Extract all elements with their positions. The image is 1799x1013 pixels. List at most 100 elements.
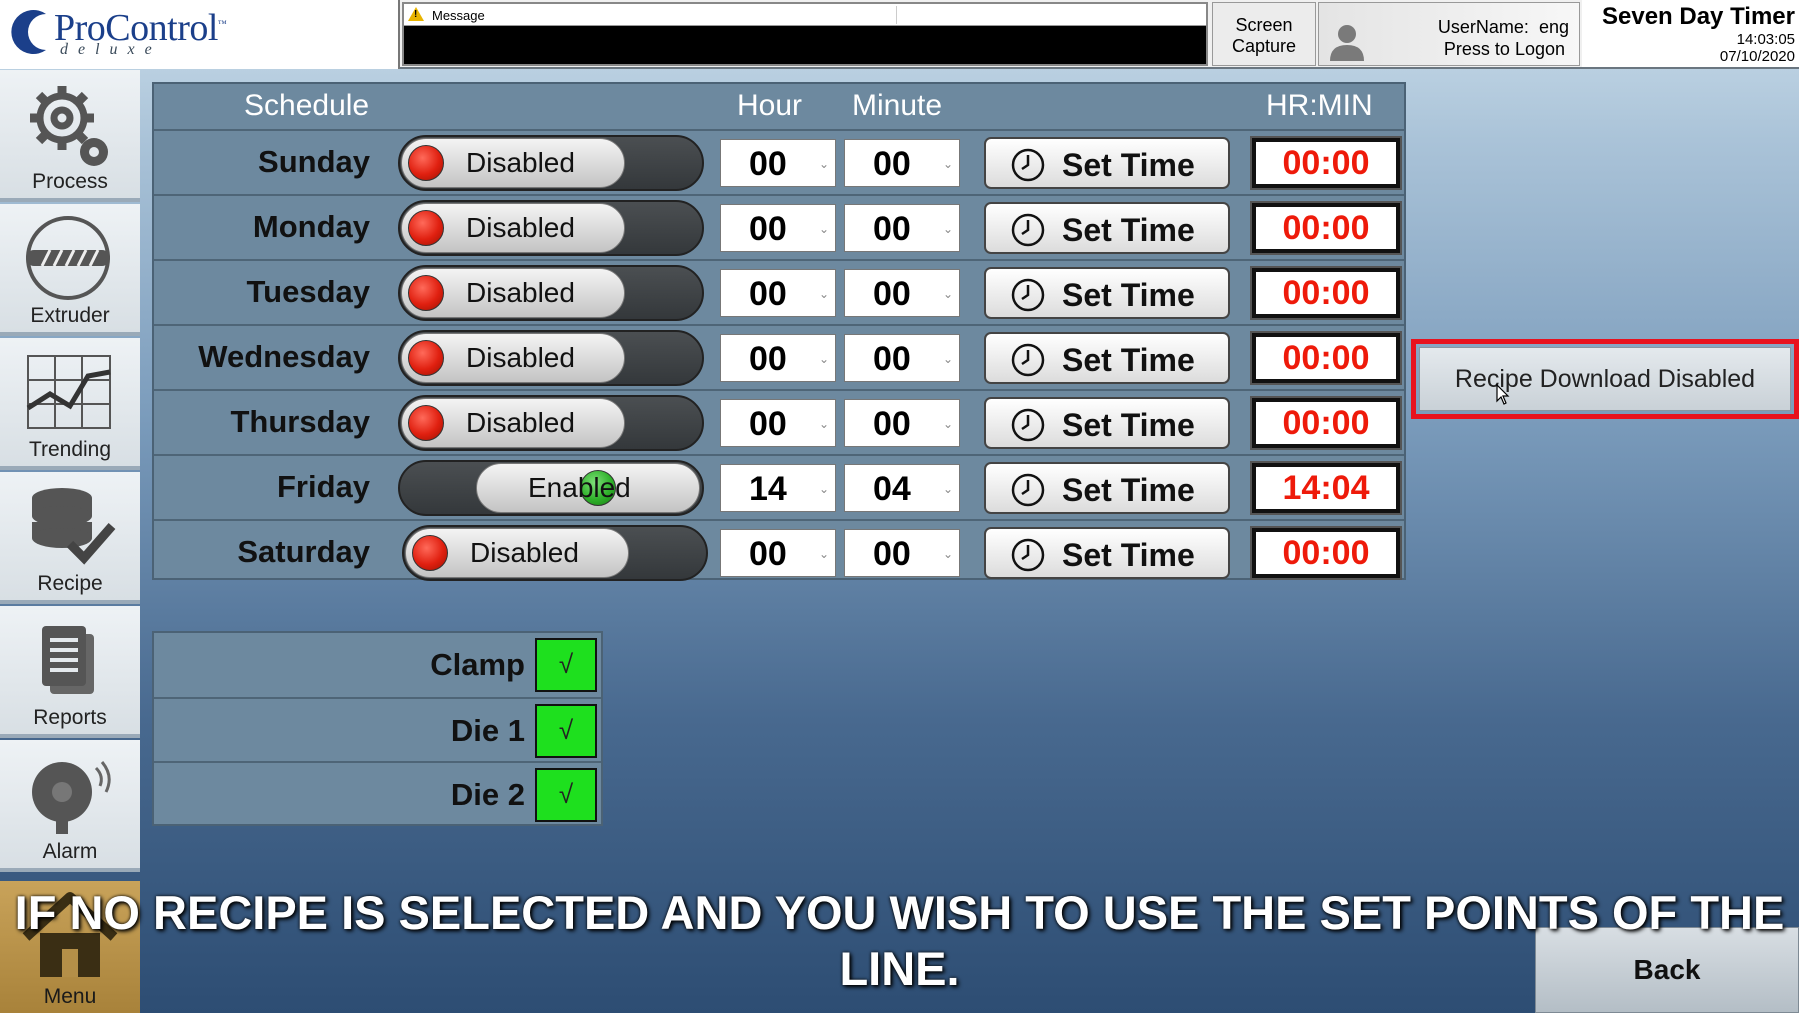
clock-icon (1011, 408, 1045, 442)
thursday-minute-select[interactable]: 00 ⌄ (844, 399, 960, 447)
saturday-enable-toggle[interactable]: Disabled (402, 525, 708, 581)
wednesday-enable-toggle[interactable]: Disabled (398, 330, 704, 386)
thursday-set-time-button[interactable]: Set Time (984, 397, 1230, 449)
wednesday-hour-select[interactable]: 00 ⌄ (720, 334, 836, 382)
day-label: Friday (276, 469, 370, 504)
nav-item-alarm[interactable]: Alarm (0, 740, 140, 872)
tuesday-hour-select[interactable]: 00 ⌄ (720, 269, 836, 317)
interlock-row-die-1: Die 1 √ (154, 697, 601, 761)
clock-icon (1011, 343, 1045, 377)
procontrol-logo: ProControl™ deluxe (0, 0, 400, 69)
saturday-set-time-button[interactable]: Set Time (984, 527, 1230, 579)
wednesday-minute-select[interactable]: 00 ⌄ (844, 334, 960, 382)
interlock-row-clamp: Clamp √ (154, 633, 601, 697)
friday-hour-select[interactable]: 14 ⌄ (720, 464, 836, 512)
toggle-status: Disabled (466, 277, 575, 308)
toggle-status: Disabled (466, 147, 575, 178)
nav-label-trending: Trending (28, 438, 112, 461)
trend-chart-icon (26, 355, 111, 429)
nav-item-extruder[interactable]: Extruder (0, 204, 140, 336)
toggle-status: Enabled (528, 472, 631, 503)
nav-item-process[interactable]: Process (0, 70, 140, 202)
status-led-icon (408, 340, 444, 376)
status-led-icon (408, 275, 444, 311)
tuesday-enable-toggle[interactable]: Disabled (398, 265, 704, 321)
press-to-logon-label: Press to Logon (1443, 39, 1565, 59)
schedule-row-friday: Friday Enabled 14 ⌄ 04 ⌄ Set Time 14:04 (154, 454, 1404, 519)
saturday-time-display: 00:00 (1250, 526, 1402, 580)
saturday-minute-select[interactable]: 00 ⌄ (844, 529, 960, 577)
message-box[interactable]: Message (402, 2, 1208, 66)
nav-label-recipe: Recipe (37, 572, 103, 595)
schedule-header: Schedule Hour Minute HR:MIN (154, 84, 1404, 129)
screen-capture-label-1: Screen (1235, 15, 1293, 35)
alarm-bell-icon (32, 761, 111, 834)
sunday-set-time-button[interactable]: Set Time (984, 137, 1230, 189)
schedule-panel: Schedule Hour Minute HR:MIN Sunday Disab… (152, 82, 1406, 581)
die-2-status-indicator: √ (535, 768, 597, 822)
chevron-down-icon: ⌄ (942, 482, 953, 496)
caption-line-2: LINE. (839, 942, 960, 995)
chevron-down-icon: ⌄ (818, 287, 829, 301)
monday-time-display: 00:00 (1250, 201, 1402, 255)
friday-enable-toggle[interactable]: Enabled (398, 460, 704, 516)
day-label: Tuesday (246, 274, 370, 309)
extruder-screw-icon (26, 216, 110, 300)
friday-minute-select[interactable]: 04 ⌄ (844, 464, 960, 512)
nav-item-reports[interactable]: Reports (0, 606, 140, 738)
nav-label-process: Process (32, 170, 108, 193)
page-title: Seven Day Timer (1602, 3, 1795, 30)
status-led-icon (408, 145, 444, 181)
nav-item-trending[interactable]: Trending (0, 338, 140, 470)
nav-item-recipe[interactable]: Recipe (0, 472, 140, 604)
monday-minute-select[interactable]: 00 ⌄ (844, 204, 960, 252)
schedule-row-thursday: Thursday Disabled 00 ⌄ 00 ⌄ Set Time 00:00 (154, 389, 1404, 454)
screen-capture-button[interactable]: Screen Capture (1212, 2, 1316, 66)
monday-set-time-button[interactable]: Set Time (984, 202, 1230, 254)
toggle-status: Disabled (466, 407, 575, 438)
screen-capture-label-2: Capture (1231, 36, 1297, 56)
status-led-icon (408, 210, 444, 246)
header-minute: Minute (852, 89, 943, 122)
tuesday-minute-select[interactable]: 00 ⌄ (844, 269, 960, 317)
schedule-row-sunday: Sunday Disabled 00 ⌄ 00 ⌄ Set Time 00:00 (154, 129, 1404, 194)
schedule-row-saturday: Saturday Disabled 00 ⌄ 00 ⌄ Set Time 00:00 (154, 519, 1404, 584)
schedule-row-monday: Monday Disabled 00 ⌄ 00 ⌄ Set Time 00:00 (154, 194, 1404, 259)
wednesday-time-display: 00:00 (1250, 331, 1402, 385)
caption-line-1: IF NO RECIPE IS SELECTED AND YOU WISH TO… (14, 886, 1785, 939)
document-icon (42, 626, 94, 694)
sunday-enable-toggle[interactable]: Disabled (398, 135, 704, 191)
toggle-status: Disabled (470, 537, 579, 568)
recipe-download-button[interactable]: Recipe Download Disabled (1419, 347, 1791, 411)
schedule-row-wednesday: Wednesday Disabled 00 ⌄ 00 ⌄ Set Time 00:0… (154, 324, 1404, 389)
thursday-hour-select[interactable]: 00 ⌄ (720, 399, 836, 447)
header-hrmin: HR:MIN (1266, 89, 1373, 122)
tuesday-set-time-button[interactable]: Set Time (984, 267, 1230, 319)
sunday-hour-select[interactable]: 00 ⌄ (720, 139, 836, 187)
username-display: UserName: eng (1437, 17, 1569, 37)
chevron-down-icon: ⌄ (818, 417, 829, 431)
header-hour: Hour (737, 89, 803, 122)
interlock-panel: Clamp √ Die 1 √ Die 2 √ (152, 631, 603, 826)
friday-time-display: 14:04 (1250, 461, 1402, 515)
day-label: Monday (252, 209, 370, 244)
chevron-down-icon: ⌄ (942, 417, 953, 431)
clock-icon (1011, 473, 1045, 507)
message-label: Message (432, 8, 485, 23)
wednesday-set-time-button[interactable]: Set Time (984, 332, 1230, 384)
thursday-enable-toggle[interactable]: Disabled (398, 395, 704, 451)
monday-hour-select[interactable]: 00 ⌄ (720, 204, 836, 252)
sunday-time-display: 00:00 (1250, 136, 1402, 190)
clock-time: 14:03:05 (1736, 31, 1795, 48)
logo-swoosh-icon (11, 10, 47, 55)
title-box: Seven Day Timer 14:03:05 07/10/2020 (1582, 0, 1799, 67)
saturday-hour-select[interactable]: 00 ⌄ (720, 529, 836, 577)
sunday-minute-select[interactable]: 00 ⌄ (844, 139, 960, 187)
mouse-cursor-icon (1496, 384, 1510, 405)
message-divider (896, 6, 897, 24)
monday-enable-toggle[interactable]: Disabled (398, 200, 704, 256)
chevron-down-icon: ⌄ (818, 352, 829, 366)
friday-set-time-button[interactable]: Set Time (984, 462, 1230, 514)
interlock-label: Clamp (430, 647, 525, 682)
logon-button[interactable]: UserName: eng Press to Logon (1318, 2, 1580, 66)
